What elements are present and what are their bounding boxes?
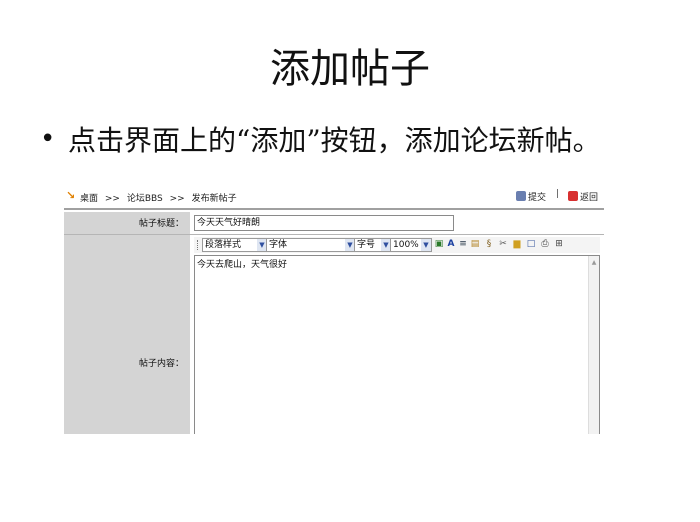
note-icon[interactable]: ▆ — [512, 239, 522, 250]
submit-label: 提交 — [528, 193, 547, 203]
tools-icon[interactable]: ✂ — [498, 239, 508, 250]
font-value: 字体 — [269, 240, 288, 250]
bullet-item: • 点击界面上的“添加”按钮，添加论坛新帖。 — [40, 120, 640, 186]
toolbar-grip[interactable] — [197, 240, 200, 250]
paragraph-style-value: 段落样式 — [205, 240, 242, 250]
special-char-icon[interactable]: § — [484, 239, 494, 250]
action-separator: | — [556, 189, 560, 199]
font-select[interactable]: 字体 ▼ — [266, 238, 356, 252]
label-column: 帖子标题： 帖子内容： — [64, 212, 190, 434]
zoom-select[interactable]: 100% ▼ — [390, 238, 432, 252]
breadcrumb-forum[interactable]: 论坛BBS — [127, 194, 163, 204]
breadcrumb-sep: >> — [169, 194, 185, 204]
back-button[interactable]: 返回 — [568, 190, 598, 203]
table-icon[interactable]: ▤ — [470, 239, 480, 250]
print-icon[interactable]: ⎙ — [540, 239, 550, 250]
content-label: 帖子内容： — [138, 359, 184, 369]
font-color-icon[interactable]: A — [446, 239, 456, 250]
grid-icon[interactable]: ⊞ — [554, 239, 564, 250]
breadcrumb-current: 发布新帖子 — [191, 194, 237, 204]
editor-toolbar: 段落样式 ▼ 字体 ▼ 字号 ▼ 100% ▼ ▣ A ≡ ▤ § ✂ ▆ □ … — [194, 237, 600, 253]
row-divider — [64, 234, 604, 235]
zoom-value: 100% — [393, 240, 419, 250]
breadcrumb-desktop[interactable]: 桌面 — [80, 194, 98, 204]
slide-title: 添加帖子 — [270, 46, 430, 92]
title-label: 帖子标题： — [138, 219, 184, 229]
content-editor[interactable]: 今天去爬山，天气很好 ▲ — [194, 255, 600, 434]
bullet-text: 点击界面上的“添加”按钮，添加论坛新帖。 — [68, 124, 601, 157]
chevron-down-icon: ▼ — [421, 239, 431, 251]
breadcrumb-sep: >> — [104, 194, 120, 204]
submit-icon — [516, 191, 526, 201]
scroll-up-icon[interactable]: ▲ — [590, 259, 598, 267]
submit-button[interactable]: 提交 — [516, 190, 546, 203]
paragraph-style-select[interactable]: 段落样式 ▼ — [202, 238, 268, 252]
back-icon — [568, 191, 578, 201]
breadcrumb-bar: ↘ 桌面 >> 论坛BBS >> 发布新帖子 提交 | 返回 — [64, 186, 604, 210]
frame-icon[interactable]: □ — [526, 239, 536, 250]
font-size-select[interactable]: 字号 ▼ — [354, 238, 392, 252]
breadcrumb: 桌面 >> 论坛BBS >> 发布新帖子 — [80, 191, 241, 204]
forum-screenshot: ↘ 桌面 >> 论坛BBS >> 发布新帖子 提交 | 返回 帖子标题： 帖子内… — [64, 186, 604, 434]
insert-image-icon[interactable]: ▣ — [434, 239, 444, 250]
align-icon[interactable]: ≡ — [458, 239, 468, 250]
breadcrumb-arrow-icon: ↘ — [66, 189, 76, 202]
post-title-input[interactable]: 今天天气好晴朗 — [194, 215, 454, 231]
bullet-dot: • — [40, 124, 56, 154]
editor-text: 今天去爬山，天气很好 — [197, 260, 288, 270]
editor-scrollbar[interactable]: ▲ — [588, 256, 599, 434]
font-size-value: 字号 — [357, 240, 376, 250]
back-label: 返回 — [580, 193, 599, 203]
